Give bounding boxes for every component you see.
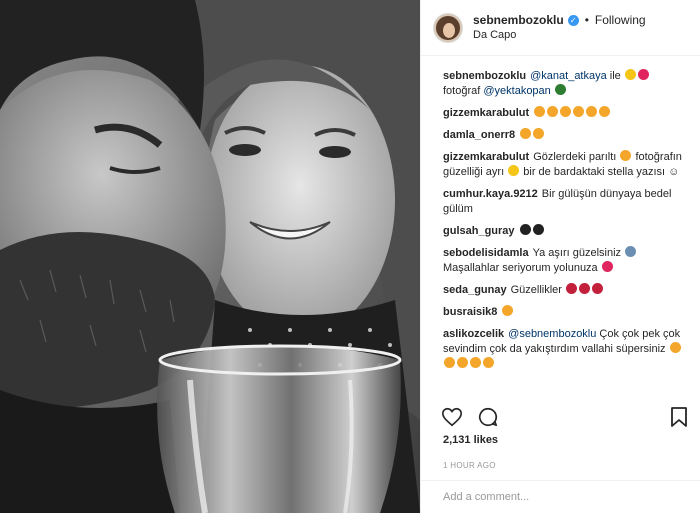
comment-text-segment xyxy=(551,85,554,97)
comment-username[interactable]: gizzemkarabulut xyxy=(443,151,529,163)
comment-item: sebnembozoklu @kanat_atkaya ile fotoğraf … xyxy=(443,69,684,99)
comment-item: gizzemkarabulut Gözlerdeki parıltı fotoğr… xyxy=(443,150,684,180)
heart-eyes-emoji xyxy=(533,128,545,139)
kiss-emoji xyxy=(470,357,481,368)
comment-item: seda_gunay Güzellikler xyxy=(443,283,684,298)
black-heart-emoji xyxy=(519,224,531,235)
comment-text-segment: Ya aşırı güzelsiniz xyxy=(532,247,625,259)
post-timestamp[interactable]: 1 HOUR AGO xyxy=(443,461,496,470)
post-header: sebnembozoklu ✓ • Following Da Capo xyxy=(421,0,700,56)
heart-emoji xyxy=(601,261,613,272)
comment-username[interactable]: busraisik8 xyxy=(443,306,497,318)
heart-emoji xyxy=(637,69,649,80)
lips-emoji xyxy=(592,283,603,294)
mention-link[interactable]: @sebnembozoklu xyxy=(508,328,596,340)
post-photo[interactable] xyxy=(0,0,420,513)
author-username[interactable]: sebnembozoklu xyxy=(473,13,564,28)
heart-eyes-emoji xyxy=(502,305,514,316)
comment-icon[interactable] xyxy=(477,406,499,428)
add-comment-bar xyxy=(421,480,700,513)
kiss-emoji xyxy=(669,342,681,353)
black-heart-emoji xyxy=(532,224,544,235)
person-emoji xyxy=(625,246,637,257)
post-header-text: sebnembozoklu ✓ • Following Da Capo xyxy=(473,13,646,43)
comment-item: sebodelisidamla Ya aşırı güzelsiniz Maşal… xyxy=(443,246,684,276)
comment-text-segment: fotoğraf xyxy=(443,85,484,97)
heart-eyes-emoji xyxy=(547,106,559,117)
comment-item: damla_onerr8 xyxy=(443,128,684,143)
comment-username[interactable]: gulsah_guray xyxy=(443,225,515,237)
mention-link[interactable]: @kanat_atkaya xyxy=(530,70,607,82)
comments-list[interactable]: sebnembozoklu @kanat_atkaya ile fotoğraf … xyxy=(421,56,700,393)
post-side-panel: sebnembozoklu ✓ • Following Da Capo sebn… xyxy=(420,0,700,513)
heart-eyes-emoji xyxy=(520,128,532,139)
add-comment-input[interactable] xyxy=(443,491,679,503)
comment-text: Güzellikler xyxy=(510,283,604,296)
comment-text xyxy=(519,224,545,237)
heart-eyes-emoji xyxy=(573,106,585,117)
couple-photo-illustration xyxy=(0,0,420,513)
heart-eyes-emoji xyxy=(586,106,598,117)
yellow-heart-emoji xyxy=(508,165,520,176)
verified-badge-icon: ✓ xyxy=(567,14,579,26)
avatar[interactable] xyxy=(433,12,463,43)
kiss-emoji xyxy=(483,357,494,368)
heart-eyes-emoji xyxy=(560,106,572,117)
comment-username[interactable]: cumhur.kaya.9212 xyxy=(443,188,538,200)
comment-text-segment: Maşallahlar seriyorum yolunuza xyxy=(443,262,601,274)
comment-username[interactable]: damla_onerr8 xyxy=(443,129,515,141)
heart-eyes-emoji xyxy=(620,150,632,161)
heart-eyes-emoji xyxy=(599,106,611,117)
comment-username[interactable]: sebodelisidamla xyxy=(443,247,529,259)
mention-link[interactable]: @yektakopan xyxy=(483,85,550,97)
comment-text-segment: bir de bardaktaki stella yazısı ☺ xyxy=(520,166,680,178)
likes-count[interactable]: 2,131 likes xyxy=(443,434,498,446)
comment-item: aslikozcelik @sebnembozoklu Çok çok pek ç… xyxy=(443,327,684,372)
lips-emoji xyxy=(579,283,590,294)
following-button[interactable]: Following xyxy=(595,13,646,28)
post-actions xyxy=(441,406,499,428)
heart-eyes-emoji xyxy=(534,106,546,117)
comment-text-segment: ile xyxy=(606,70,624,82)
comment-item: cumhur.kaya.9212 Bir gülüşün dünyaya bede… xyxy=(443,187,684,217)
comment-username[interactable]: sebnembozoklu xyxy=(443,70,526,82)
kiss-emoji xyxy=(444,357,455,368)
comment-username[interactable]: aslikozcelik xyxy=(443,328,504,340)
comment-text xyxy=(501,305,514,318)
lips-emoji xyxy=(566,283,577,294)
comment-text-segment: Güzellikler xyxy=(510,284,565,296)
post-location[interactable]: Da Capo xyxy=(473,28,646,43)
comment-text xyxy=(519,128,545,141)
comment-text xyxy=(533,106,611,119)
post-header-row: sebnembozoklu ✓ • Following xyxy=(473,13,646,28)
comment-username[interactable]: gizzemkarabulut xyxy=(443,107,529,119)
comment-item: gulsah_guray xyxy=(443,224,684,239)
separator-dot: • xyxy=(584,12,589,27)
star-emoji xyxy=(624,69,636,80)
comment-username[interactable]: seda_gunay xyxy=(443,284,507,296)
comment-text-segment: Gözlerdeki parıltı xyxy=(533,151,620,163)
bookmark-icon[interactable] xyxy=(670,406,688,428)
comment-item: busraisik8 xyxy=(443,305,684,320)
kiss-emoji xyxy=(457,357,468,368)
car-emoji xyxy=(554,84,566,95)
comment-item: gizzemkarabulut xyxy=(443,106,684,121)
heart-icon[interactable] xyxy=(441,406,463,428)
